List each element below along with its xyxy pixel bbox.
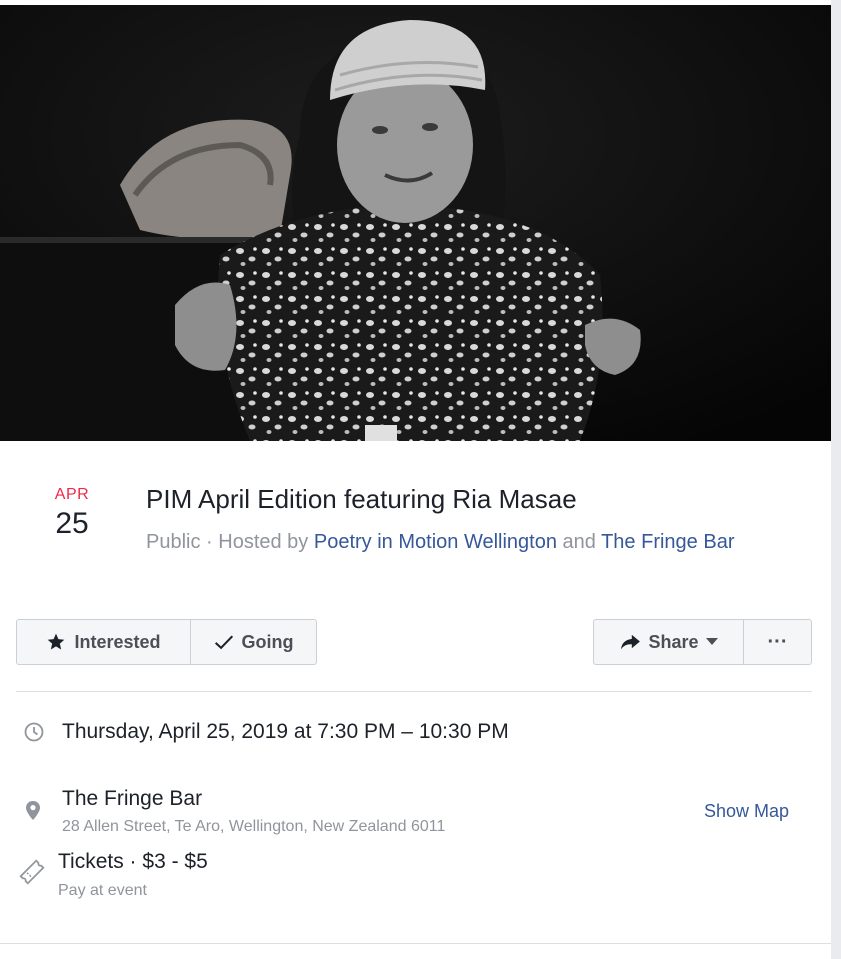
event-date-day: 25 [55, 507, 89, 540]
show-map-link[interactable]: Show Map [704, 797, 789, 825]
host-link-fringe-bar[interactable]: The Fringe Bar [601, 531, 734, 553]
interested-button[interactable]: Interested [17, 620, 190, 664]
caret-down-icon [705, 638, 718, 645]
map-pin-icon [26, 801, 40, 820]
share-arrow-icon [621, 634, 641, 650]
bottom-divider [0, 943, 831, 944]
rsvp-button-group: Interested Going [16, 619, 317, 665]
going-label: Going [241, 631, 294, 652]
venue-name[interactable]: The Fringe Bar [62, 784, 202, 814]
event-host-line: Public · Hosted by Poetry in Motion Well… [146, 527, 786, 557]
ticket-icon [19, 859, 45, 885]
cover-photo-image [0, 5, 831, 441]
hosted-by-text: · Hosted by [200, 531, 314, 553]
tickets-note: Pay at event [58, 882, 147, 899]
more-options-button[interactable]: ··· [743, 620, 811, 664]
section-divider [16, 691, 812, 692]
event-time[interactable]: Thursday, April 25, 2019 at 7:30 PM – 10… [62, 717, 509, 747]
tickets-price[interactable]: Tickets · $3 - $5 [58, 847, 208, 877]
event-card: APR 25 PIM April Edition featuring Ria M… [0, 0, 831, 959]
going-button[interactable]: Going [190, 620, 316, 664]
interested-label: Interested [74, 631, 161, 652]
event-cover-photo[interactable] [0, 5, 831, 441]
event-date: APR 25 [22, 485, 122, 541]
share-label: Share [648, 631, 699, 652]
share-button[interactable]: Share [594, 620, 743, 664]
host-link-poetry-in-motion[interactable]: Poetry in Motion Wellington [314, 531, 557, 553]
checkmark-icon [214, 635, 233, 650]
venue-address: 28 Allen Street, Te Aro, Wellington, New… [62, 818, 446, 835]
share-button-group: Share ··· [593, 619, 812, 665]
star-icon [48, 633, 65, 650]
event-visibility: Public [146, 531, 201, 553]
clock-icon [24, 722, 44, 742]
host-join-text: and [556, 531, 602, 553]
event-date-month: APR [54, 486, 90, 503]
event-title: PIM April Edition featuring Ria Masae [146, 484, 577, 514]
